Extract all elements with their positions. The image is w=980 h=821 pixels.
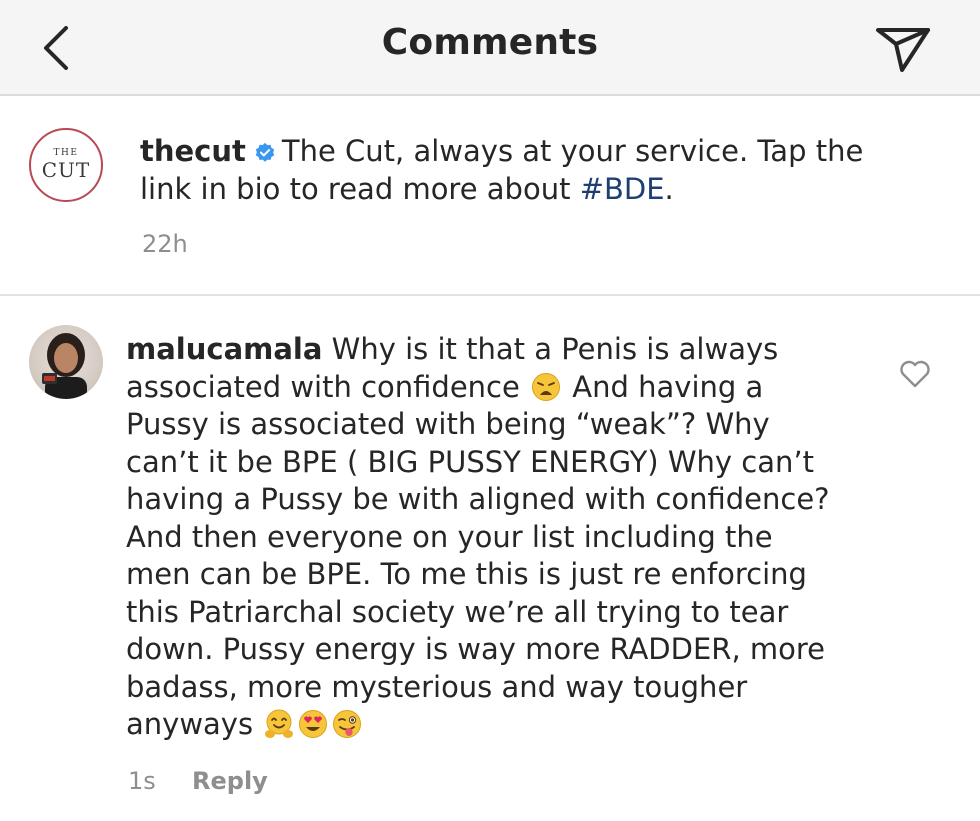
avatar-logo-small: THE (53, 148, 79, 158)
thecut-avatar[interactable]: THE CUT (29, 128, 103, 202)
avatar-logo-large: CUT (41, 158, 91, 182)
share-button[interactable] (872, 20, 934, 76)
reply-button[interactable]: Reply (192, 767, 268, 795)
weary-face-emoji (532, 372, 561, 401)
hugging-face-emoji (265, 709, 294, 738)
caption-end: . (664, 171, 674, 206)
page-title: Comments (381, 22, 599, 63)
verified-badge-icon (255, 142, 275, 162)
send-icon (876, 28, 930, 72)
heart-outline-icon (900, 360, 930, 388)
malucamala-avatar[interactable] (29, 325, 103, 399)
profile-photo (42, 333, 87, 399)
reply-text: malucamala Why is it that a Penis is alw… (126, 331, 846, 744)
top-bar: Comments (0, 0, 980, 96)
caption-timestamp: 22h (142, 230, 188, 258)
winking-tongue-emoji (333, 710, 362, 738)
reply-username[interactable]: malucamala (126, 332, 322, 366)
reply-timestamp: 1s (128, 767, 156, 795)
caption-text: thecut The Cut, always at your service. … (140, 133, 900, 208)
heart-eyes-emoji (299, 710, 328, 738)
caption-username[interactable]: thecut (140, 134, 246, 168)
reply-body-part2: And having a Pussy is associated with be… (126, 369, 830, 742)
hashtag-link[interactable]: #BDE (580, 172, 665, 206)
caption-body: The Cut, always at your service. Tap the… (140, 134, 864, 206)
like-button[interactable] (898, 358, 932, 390)
